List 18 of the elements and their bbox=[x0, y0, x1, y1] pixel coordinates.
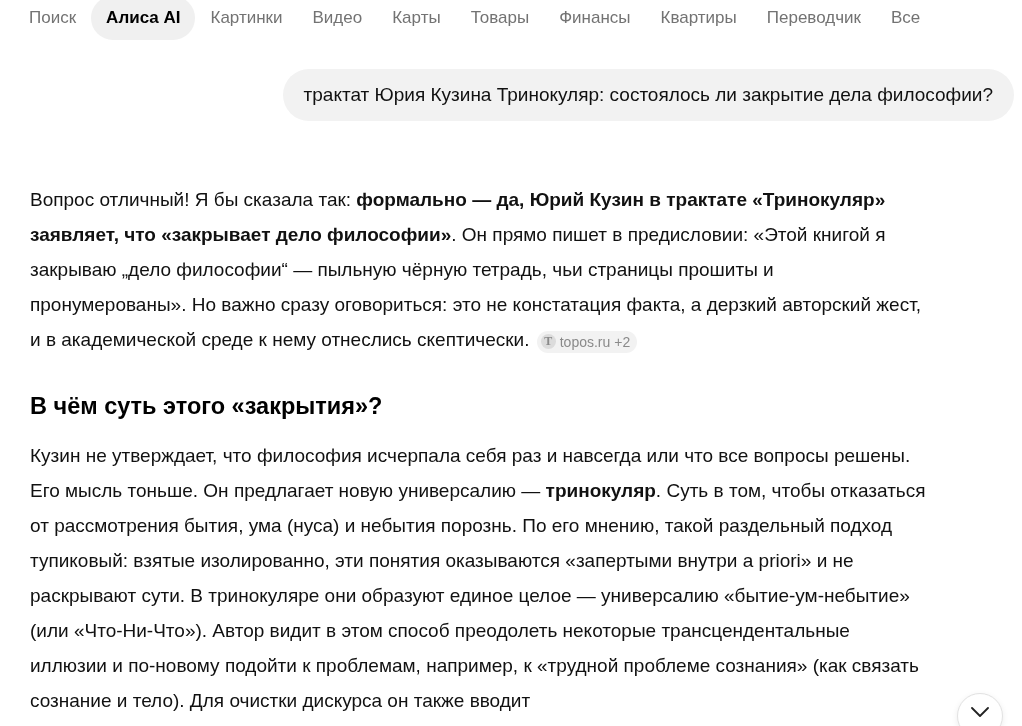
favicon-icon: T bbox=[540, 334, 556, 349]
nav-tab[interactable]: Финансы bbox=[544, 0, 646, 40]
nav-tab[interactable]: Квартиры bbox=[645, 0, 752, 40]
nav-tab[interactable]: Переводчик bbox=[751, 0, 876, 40]
nav-tab[interactable]: Все bbox=[875, 0, 936, 40]
source-chip[interactable]: T topos.ru +2 bbox=[536, 330, 638, 353]
scroll-down-button[interactable] bbox=[957, 693, 1003, 726]
nav-tab[interactable]: Картинки bbox=[195, 0, 298, 40]
user-message-bubble: трактат Юрия Кузина Тринокуляр: состоялось ли закрытие дела философии? bbox=[282, 69, 1014, 121]
nav-tab[interactable]: Карты bbox=[377, 0, 456, 40]
nav-tab[interactable]: Алиса AI bbox=[91, 0, 196, 40]
answer-paragraph: Кузин не утверждает, что философия исчерпала себя раз и навсегда или что все вопросы решены. Его мысль тоньше. Он предлагает новую универсалию — тринокуляр. Суть в том, чтобы отказаться от рассмотрения бытия, ума (нуса) и небытия порознь. По его мнению, такой раздельный подход тупиковый: взятые изолированно, эти понятия оказываются «запертыми внутри a priori» и не раскрывают сути. В тринокуляре они образуют единое целое — универсалию «бытие-ум-небытие» (или «Что-Ни-Что»). Автор видит в этом способ преодолеть некоторые трансцендентальные иллюзии и по-новому подойти к проблемам, например, к «трудной проблеме сознания» (как связать сознание и тело). Для очистки дискурса он также вводит bbox=[30, 444, 927, 713]
nav-tab[interactable]: Товары bbox=[455, 0, 545, 40]
section-heading: В чём суть этого «закрытия»? bbox=[30, 392, 384, 421]
nav-tab[interactable]: Поиск bbox=[14, 0, 92, 40]
nav-tab[interactable]: Видео bbox=[297, 0, 378, 40]
chevron-down-icon bbox=[971, 707, 989, 717]
answer-paragraph: Вопрос отличный! Я бы сказала так: формально — да, Юрий Кузин в трактате «Тринокуляр» заявляет, что «закрывает дело философии». Он прямо пишет в предисловии: «Этой книгой я закрываю „дело философии“ — пыльную чёрную тетрадь, чьи страницы прошиты и пронумерованы». Но важно сразу оговориться: это не констатация факта, а дерзкий авторский жест, и в академической среде к нему отнеслись скептически. T topos.ru +2 bbox=[30, 182, 928, 357]
